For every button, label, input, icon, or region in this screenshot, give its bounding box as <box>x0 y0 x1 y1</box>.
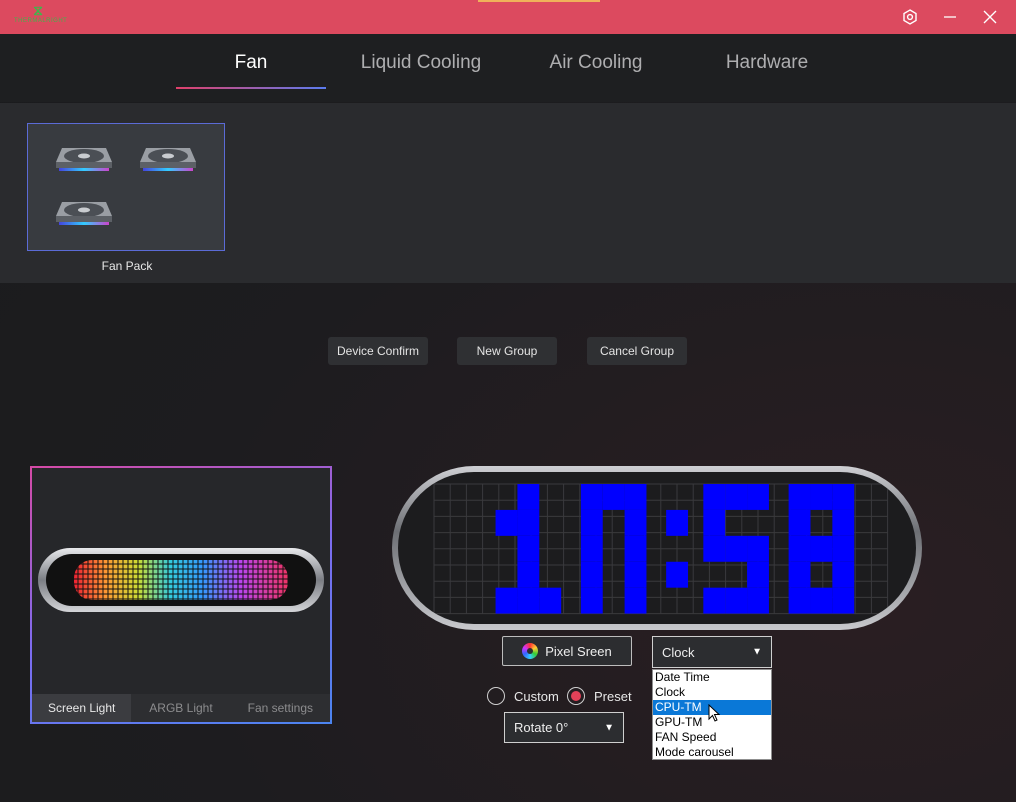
custom-label: Custom <box>514 689 559 704</box>
cancel-group-button[interactable]: Cancel Group <box>587 337 687 365</box>
lcd-lit-pixel <box>788 509 811 536</box>
lcd-lit-pixel <box>725 535 748 562</box>
lcd-lit-pixel <box>624 484 647 510</box>
lcd-lit-pixel <box>832 484 855 510</box>
mouse-cursor-icon <box>708 704 721 722</box>
lcd-lit-pixel <box>810 587 833 614</box>
device-confirm-button[interactable]: Device Confirm <box>328 337 428 365</box>
device-label: Fan Pack <box>101 259 153 273</box>
lcd-lit-pixel <box>810 484 833 510</box>
pixel-screen-label: Pixel Sreen <box>545 643 612 659</box>
lcd-pixel-grid <box>433 483 889 615</box>
lcd-lit-pixel <box>788 587 811 614</box>
color-wheel-icon <box>522 643 539 659</box>
fan-image <box>52 142 116 176</box>
lcd-lit-pixel <box>517 509 540 536</box>
tab-screen-light[interactable]: Screen Light <box>32 694 132 722</box>
app-logo: ⧖ THERMALRIGHT <box>14 2 68 31</box>
lcd-lit-pixel <box>747 535 769 562</box>
lcd-lit-pixel <box>624 509 647 536</box>
lcd-lit-pixel <box>517 535 540 562</box>
lcd-lit-pixel <box>580 509 603 536</box>
rotate-select[interactable]: Rotate 0° ▼ <box>504 712 624 743</box>
lcd-lit-pixel <box>810 535 833 562</box>
device-preview-panel: Screen Light ARGB Light Fan settings <box>30 466 332 724</box>
lcd-lit-pixel <box>580 561 603 588</box>
title-bar: ⧖ THERMALRIGHT <box>0 0 1016 34</box>
tab-liquid-cooling[interactable]: Liquid Cooling <box>346 52 496 74</box>
minimize-icon[interactable] <box>932 0 968 34</box>
lcd-lit-pixel <box>747 484 769 510</box>
lcd-lit-pixel <box>703 587 726 614</box>
lcd-lit-pixel <box>517 484 540 510</box>
lcd-lit-pixel <box>495 509 518 536</box>
lcd-lit-pixel <box>666 509 689 536</box>
fan-image <box>52 196 116 230</box>
new-group-button[interactable]: New Group <box>457 337 557 365</box>
lcd-lit-pixel <box>495 587 518 614</box>
custom-radio[interactable] <box>487 687 505 705</box>
lcd-lit-pixel <box>602 484 625 510</box>
lcd-lit-pixel <box>747 561 769 588</box>
logo-mark: ⧖ <box>33 2 43 18</box>
pixel-screen-button[interactable]: Pixel Sreen <box>502 636 632 666</box>
chevron-down-icon: ▼ <box>604 722 614 733</box>
lcd-lit-pixel <box>703 535 726 562</box>
dropdown-option-clock[interactable]: Clock <box>653 685 771 700</box>
lcd-lit-pixel <box>539 587 562 614</box>
lcd-lit-pixel <box>747 587 769 614</box>
lcd-lit-pixel <box>624 535 647 562</box>
lcd-lit-pixel <box>666 561 689 588</box>
lcd-fan-preview <box>38 548 324 612</box>
dropdown-option-date-time[interactable]: Date Time <box>653 670 771 685</box>
main-nav: Fan Liquid Cooling Air Cooling Hardware <box>0 34 1016 102</box>
lcd-lit-pixel <box>725 484 748 510</box>
lcd-lit-pixel <box>703 509 726 536</box>
lcd-display <box>398 472 916 624</box>
dropdown-option-fan-speed[interactable]: FAN Speed <box>653 730 771 745</box>
lcd-lit-pixel <box>624 587 647 614</box>
lcd-lit-pixel <box>725 587 748 614</box>
lcd-lit-pixel <box>832 509 855 536</box>
tab-hardware[interactable]: Hardware <box>692 52 842 74</box>
lcd-lit-pixel <box>517 587 540 614</box>
preview-tabs: Screen Light ARGB Light Fan settings <box>32 694 330 722</box>
lcd-lit-pixel <box>788 561 811 588</box>
lcd-lit-pixel <box>580 484 603 510</box>
lcd-display-frame <box>392 466 922 630</box>
logo-text: THERMALRIGHT <box>14 18 68 24</box>
lcd-lit-pixel <box>832 587 855 614</box>
tab-argb-light[interactable]: ARGB Light <box>131 694 230 722</box>
dropdown-option-mode-carousel[interactable]: Mode carousel <box>653 745 771 760</box>
rotate-select-value: Rotate 0° <box>514 720 569 735</box>
lcd-lit-pixel <box>580 587 603 614</box>
gear-icon[interactable] <box>892 0 928 34</box>
title-accent-line <box>478 0 600 2</box>
lcd-lit-pixel <box>832 535 855 562</box>
lcd-lit-pixel <box>624 561 647 588</box>
device-card-fan-pack[interactable] <box>27 123 225 251</box>
fan-image <box>136 142 200 176</box>
mode-select-value: Clock <box>662 644 695 660</box>
mode-select[interactable]: Clock ▼ <box>652 636 772 668</box>
lcd-lit-pixel <box>580 535 603 562</box>
lcd-lit-pixel <box>517 561 540 588</box>
preset-label: Preset <box>594 689 632 704</box>
active-tab-indicator <box>176 87 326 89</box>
lcd-lit-pixel <box>788 535 811 562</box>
tab-air-cooling[interactable]: Air Cooling <box>521 52 671 74</box>
tab-fan[interactable]: Fan <box>176 52 326 74</box>
lcd-lit-pixel <box>832 561 855 588</box>
close-icon[interactable] <box>972 0 1008 34</box>
tab-fan-settings[interactable]: Fan settings <box>231 694 330 722</box>
lcd-lit-pixel <box>788 484 811 510</box>
preset-radio[interactable] <box>567 687 585 705</box>
chevron-down-icon: ▼ <box>752 646 762 658</box>
lcd-lit-pixel <box>703 484 726 510</box>
